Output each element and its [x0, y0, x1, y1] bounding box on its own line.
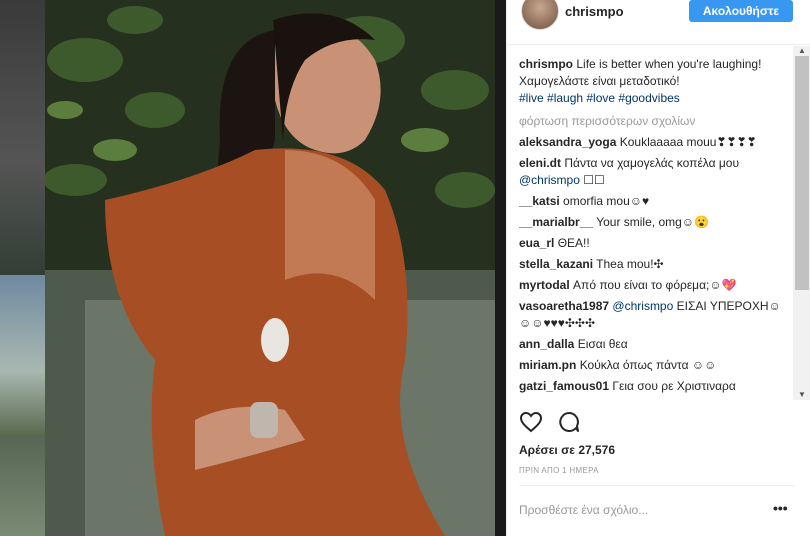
comment-text-after: ☐☐: [579, 173, 605, 187]
comment-user[interactable]: eua_rl: [519, 236, 554, 250]
comment-item: __katsi omorfia mou☺♥: [519, 193, 791, 210]
comment-text: Κούκλα όπως πάντα ☺☺: [579, 358, 717, 372]
comment-item: aleksandra_yoga Kouklaaaaa mouu❣❣❣❣: [519, 134, 791, 151]
scrollbar-thumb[interactable]: [795, 56, 809, 290]
comments-scrollbar[interactable]: ▲ ▼: [793, 46, 810, 400]
comment-user[interactable]: stella_kazani: [519, 257, 593, 271]
comment-item: ann_dalla Εισαι θεα: [519, 336, 791, 353]
ellipsis-icon[interactable]: •••: [773, 500, 788, 516]
background-page-photo: [0, 0, 45, 536]
avatar[interactable]: [521, 0, 559, 30]
comment-item: miriam.pn Κούκλα όπως πάντα ☺☺: [519, 357, 791, 374]
comment-bubble-icon[interactable]: [557, 410, 583, 436]
comment-user[interactable]: myrtodal: [519, 278, 570, 292]
comment-user[interactable]: eleni.dt: [519, 156, 561, 170]
post-timestamp: ΠΡΙΝ ΑΠΟ 1 ΗΜΕΡΑ: [519, 466, 599, 475]
scroll-up-arrow-icon[interactable]: ▲: [793, 46, 810, 56]
comment-item: vasoaretha1987 @chrismpo ΕΙΣΑΙ ΥΠΕΡΟΧΗ☺☺…: [519, 298, 791, 332]
comment-item: eua_rl ΘΕΑ!!: [519, 235, 791, 252]
comment-user[interactable]: miriam.pn: [519, 358, 576, 372]
post-photo[interactable]: [45, 0, 495, 536]
post-panel: chrismpo Ακολουθήστε chrismpo Life is be…: [506, 0, 810, 536]
likes-count[interactable]: Αρέσει σε 27,576: [519, 443, 615, 457]
comment-text: ΘΕΑ!!: [557, 236, 590, 250]
comment-item: eleni.dt Πάντα να χαμογελάς κοπέλα μου @…: [519, 155, 791, 189]
comment-user[interactable]: aleksandra_yoga: [519, 135, 616, 149]
comment-mention[interactable]: @chrismpo: [519, 173, 580, 187]
caption: chrismpo Life is better when you're laug…: [519, 56, 791, 107]
add-comment-input[interactable]: Προσθέστε ένα σχόλιο...: [519, 503, 648, 517]
comment-item: stella_kazani Thea mou!✣: [519, 256, 791, 273]
heart-icon[interactable]: [519, 410, 545, 436]
comment-user[interactable]: __katsi: [519, 194, 560, 208]
comment-item: __marialbr__ Your smile, omg☺😮: [519, 214, 791, 231]
comment-user[interactable]: ann_dalla: [519, 337, 574, 351]
comment-text: Εισαι θεα: [577, 337, 628, 351]
comment-text: Thea mou!✣: [596, 257, 664, 271]
comment-user[interactable]: vasoaretha1987: [519, 299, 609, 313]
comment-user[interactable]: gatzi_famous01: [519, 379, 609, 393]
post-username[interactable]: chrismpo: [565, 4, 624, 19]
post-actions: [519, 410, 591, 439]
background-sky: [0, 275, 45, 435]
comment-text: Γεια σου ρε Χριστιναρα: [612, 379, 736, 393]
comment-item: gatzi_famous01 Γεια σου ρε Χριστιναρα: [519, 378, 791, 395]
comment-item: myrtodal Από που είναι το φόρεμα;☺💖: [519, 277, 791, 294]
photo-illustration: [45, 0, 495, 536]
comment-mention[interactable]: @chrismpo: [612, 299, 673, 313]
comment-text: omorfia mou☺♥: [563, 194, 650, 208]
comment-text: Your smile, omg☺😮: [596, 215, 709, 229]
comments-list[interactable]: chrismpo Life is better when you're laug…: [519, 56, 791, 400]
comment-text: Από που είναι το φόρεμα;☺💖: [573, 278, 737, 292]
caption-hashtags[interactable]: #live #laugh #love #goodvibes: [519, 91, 680, 105]
divider: [519, 485, 795, 486]
comment-text: Πάντα να χαμογελάς κοπέλα μου: [564, 156, 740, 170]
follow-button[interactable]: Ακολουθήστε: [689, 0, 793, 22]
scroll-down-arrow-icon[interactable]: ▼: [793, 390, 810, 400]
load-more-comments[interactable]: φόρτωση περισσότερων σχολίων: [519, 113, 791, 130]
post-header: chrismpo Ακολουθήστε: [507, 0, 810, 45]
comment-user[interactable]: __marialbr__: [519, 215, 593, 229]
caption-user[interactable]: chrismpo: [519, 57, 573, 71]
comment-text: Kouklaaaaa mouu❣❣❣❣: [619, 135, 757, 149]
